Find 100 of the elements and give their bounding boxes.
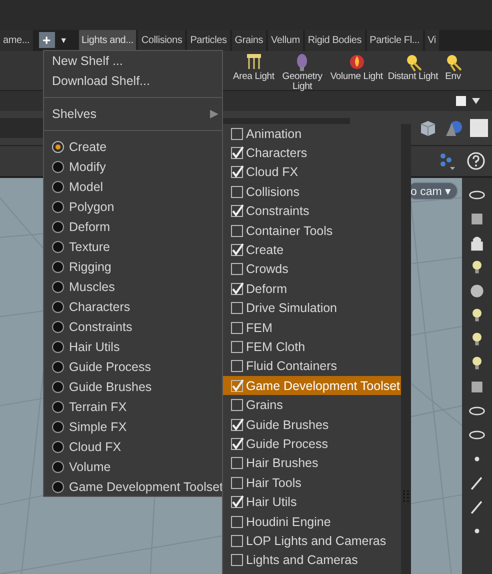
- checkbox[interactable]: [231, 205, 243, 218]
- shelf-set-item[interactable]: Texture: [44, 237, 222, 257]
- radio-button[interactable]: [52, 301, 64, 313]
- shelf-item[interactable]: Hair Tools: [223, 473, 401, 492]
- shelf-tab[interactable]: Grains: [232, 30, 266, 51]
- caret-icon[interactable]: [472, 98, 480, 104]
- checkbox[interactable]: [231, 340, 243, 353]
- shapes-icon[interactable]: [444, 118, 464, 138]
- checkbox[interactable]: [231, 418, 243, 431]
- shelf-item[interactable]: Fluid Containers: [223, 356, 401, 376]
- shelf-item[interactable]: Hair Brushes: [223, 454, 401, 474]
- shelf-set-item[interactable]: Cloud FX: [44, 437, 222, 457]
- checkbox[interactable]: [231, 399, 243, 412]
- checkbox[interactable]: [231, 554, 243, 566]
- checkbox[interactable]: [231, 322, 243, 334]
- shelf-set-item[interactable]: Deform: [44, 217, 222, 237]
- shelf-set-item[interactable]: Guide Brushes: [44, 377, 222, 397]
- shelf-set-item[interactable]: Modify: [44, 157, 222, 177]
- checkbox[interactable]: [231, 244, 243, 256]
- shelf-tab[interactable]: ame...: [0, 30, 33, 51]
- shelf-tool-button[interactable]: Env: [442, 51, 464, 93]
- radio-button[interactable]: [52, 481, 64, 493]
- shelf-tab[interactable]: Particles: [187, 30, 230, 51]
- shelf-item[interactable]: Lights and Cameras: [223, 550, 401, 570]
- checkbox[interactable]: [231, 476, 243, 489]
- shelf-item[interactable]: Guide Process: [223, 434, 401, 454]
- shelf-tool-button[interactable]: Area Light: [232, 51, 276, 93]
- radio-button[interactable]: [52, 421, 64, 433]
- shelf-set-item[interactable]: Model: [44, 177, 222, 197]
- shelf-tool-button[interactable]: Geometry Light: [278, 51, 326, 93]
- checkbox[interactable]: [231, 166, 243, 178]
- checkbox[interactable]: [231, 186, 243, 198]
- shelf-set-item[interactable]: Guide Process: [44, 357, 222, 377]
- checkbox[interactable]: [231, 516, 243, 528]
- radio-button[interactable]: [52, 281, 64, 293]
- shelf-tab[interactable]: Rigid Bodies: [304, 30, 365, 51]
- shelf-item[interactable]: Collisions: [223, 182, 401, 202]
- radio-button[interactable]: [52, 341, 64, 353]
- radio-button[interactable]: [52, 381, 64, 393]
- shelf-item[interactable]: Animation: [223, 124, 401, 144]
- radio-button[interactable]: [52, 441, 64, 453]
- checkbox[interactable]: [231, 438, 243, 450]
- radio-button[interactable]: [52, 361, 64, 373]
- shelf-dropdown-button[interactable]: ▼: [56, 30, 71, 51]
- radio-button[interactable]: [52, 401, 64, 413]
- scrollbar[interactable]: [401, 124, 411, 574]
- checkbox[interactable]: [231, 496, 243, 508]
- radio-button[interactable]: [52, 221, 64, 233]
- checkbox[interactable]: [231, 380, 243, 392]
- checkbox[interactable]: [231, 224, 243, 237]
- shelf-tab[interactable]: Particle Fl...: [366, 30, 423, 51]
- shelves-menu-item[interactable]: Shelves ▶: [44, 104, 222, 124]
- shelf-item[interactable]: Container Tools: [223, 220, 401, 240]
- shelf-item[interactable]: Characters: [223, 143, 401, 163]
- shelf-item[interactable]: FEM Cloth: [223, 337, 401, 357]
- checkbox[interactable]: [231, 147, 243, 160]
- radio-button[interactable]: [52, 461, 64, 473]
- shelf-set-item[interactable]: Polygon: [44, 197, 222, 217]
- menu-item[interactable]: Download Shelf...: [44, 71, 222, 91]
- shelf-item[interactable]: Create: [223, 240, 401, 260]
- shelf-set-item[interactable]: Game Development Toolset: [44, 477, 222, 497]
- shelf-item[interactable]: Crowds: [223, 260, 401, 280]
- shelf-item[interactable]: Drive Simulation: [223, 298, 401, 318]
- sphere-icon[interactable]: [468, 282, 486, 300]
- shelf-set-item[interactable]: Characters: [44, 297, 222, 317]
- shelf-set-item[interactable]: Constraints: [44, 317, 222, 337]
- checkbox[interactable]: [231, 302, 243, 314]
- help-icon[interactable]: [466, 151, 486, 171]
- shelf-item[interactable]: Game Development Toolset: [223, 376, 401, 396]
- shelf-item[interactable]: Cloud FX: [223, 162, 401, 182]
- shelf-tab[interactable]: Vi: [424, 30, 439, 51]
- grip-icon[interactable]: [403, 490, 409, 502]
- add-shelf-button[interactable]: +: [38, 32, 55, 48]
- color-swatch[interactable]: [470, 119, 488, 137]
- shelf-item[interactable]: Hair Utils: [223, 492, 401, 512]
- radio-button[interactable]: [52, 181, 64, 193]
- checkbox[interactable]: [231, 534, 243, 547]
- shelf-item[interactable]: Guide Brushes: [223, 414, 401, 434]
- shelf-item[interactable]: Houdini Engine: [223, 512, 401, 532]
- menu-item[interactable]: New Shelf ...: [44, 51, 222, 71]
- checkbox[interactable]: [231, 282, 243, 295]
- radio-button[interactable]: [52, 201, 64, 213]
- shelf-item[interactable]: FEM: [223, 318, 401, 338]
- shelf-set-item[interactable]: Muscles: [44, 277, 222, 297]
- checkbox[interactable]: [231, 457, 243, 470]
- radio-button[interactable]: [52, 261, 64, 273]
- checkbox[interactable]: [231, 128, 243, 140]
- shelf-item[interactable]: Constraints: [223, 202, 401, 221]
- shelf-tab[interactable]: Vellum: [268, 30, 303, 51]
- shelf-tab[interactable]: Lights and...: [78, 30, 136, 51]
- radio-button[interactable]: [52, 241, 64, 253]
- shelf-set-item[interactable]: Hair Utils: [44, 337, 222, 357]
- shelf-set-item[interactable]: Create: [44, 137, 222, 157]
- shelf-tool-button[interactable]: Distant Light: [386, 51, 440, 93]
- shelf-set-item[interactable]: Terrain FX: [44, 397, 222, 417]
- shelf-item[interactable]: Grains: [223, 395, 401, 415]
- checkbox[interactable]: [231, 263, 243, 276]
- radio-button[interactable]: [52, 321, 64, 333]
- checkbox[interactable]: [231, 360, 243, 372]
- radio-button[interactable]: [52, 161, 64, 173]
